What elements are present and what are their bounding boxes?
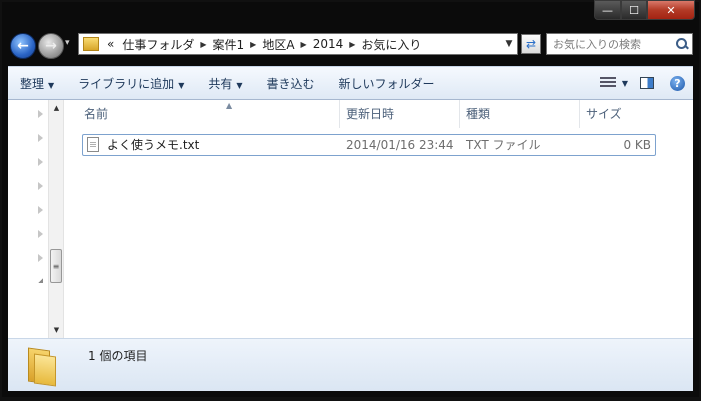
sort-ascending-icon: ▲ — [226, 101, 233, 110]
file-name: よく使うメモ.txt — [107, 138, 200, 152]
breadcrumb-item[interactable]: 2014 — [309, 37, 348, 51]
back-button[interactable]: ← — [10, 33, 36, 59]
tree-collapse-icon[interactable] — [38, 278, 43, 283]
chevron-down-icon[interactable]: ▼ — [622, 79, 628, 88]
item-count: 1 個の項目 — [88, 349, 148, 363]
column-header-name[interactable]: 名前 ▲ — [78, 100, 340, 128]
preview-pane-icon[interactable] — [640, 77, 654, 89]
column-header-type[interactable]: 種類 — [460, 100, 580, 128]
column-header-date[interactable]: 更新日時 — [340, 100, 460, 128]
caption-buttons: — ☐ ✕ — [594, 0, 695, 20]
minimize-button[interactable]: — — [594, 0, 621, 20]
breadcrumb-separator-icon[interactable]: ▶ — [198, 40, 208, 49]
share-menu[interactable]: 共有 ▼ — [196, 75, 254, 92]
organize-label: 整理 — [20, 76, 45, 91]
breadcrumb-item[interactable]: 仕事フォルダ — [118, 36, 198, 53]
folder-icon — [26, 347, 60, 387]
share-label: 共有 — [208, 76, 233, 91]
content-area: ▲ ≡ ▼ 名前 ▲ 更新日時 種類 サイズ よく使うメモ.txt 2014/0… — [8, 100, 693, 338]
breadcrumb-separator-icon[interactable]: ▶ — [299, 40, 309, 49]
toolbar-right: ▼ ? — [590, 75, 693, 91]
search-icon[interactable] — [676, 38, 688, 50]
forward-button[interactable]: → — [38, 33, 64, 59]
recent-pages-dropdown[interactable]: ▾ — [65, 38, 70, 48]
file-size: 0 KB — [623, 138, 651, 152]
tree-expand-icon[interactable] — [38, 134, 43, 142]
add-to-library-label: ライブラリに追加 — [78, 76, 175, 91]
folder-icon — [83, 37, 99, 51]
tree-expand-icon[interactable] — [38, 254, 43, 262]
organize-menu[interactable]: 整理 ▼ — [8, 75, 66, 92]
text-file-icon — [87, 137, 99, 152]
tree-expand-icon[interactable] — [38, 158, 43, 166]
address-bar[interactable]: « 仕事フォルダ ▶ 案件1 ▶ 地区A ▶ 2014 ▶ お気に入り ▼ — [78, 33, 518, 55]
breadcrumb-item[interactable]: 案件1 — [209, 36, 249, 53]
new-folder-button[interactable]: 新しいフォルダー — [327, 75, 447, 92]
file-date: 2014/01/16 23:44 — [346, 138, 454, 152]
add-to-library-menu[interactable]: ライブラリに追加 ▼ — [66, 75, 196, 92]
navigation-pane[interactable]: ▲ ≡ ▼ — [8, 100, 64, 338]
breadcrumb-overflow[interactable]: « — [103, 37, 118, 51]
chevron-down-icon: ▼ — [178, 80, 185, 90]
chevron-down-icon: ▼ — [48, 80, 55, 90]
scroll-down-icon[interactable]: ▼ — [49, 322, 64, 338]
tree-expand-icon[interactable] — [38, 230, 43, 238]
burn-button[interactable]: 書き込む — [255, 75, 327, 92]
breadcrumb-separator-icon[interactable]: ▶ — [347, 40, 357, 49]
breadcrumb-item[interactable]: 地区A — [258, 36, 298, 53]
help-icon[interactable]: ? — [670, 75, 685, 91]
address-dropdown-icon[interactable]: ▼ — [501, 39, 517, 49]
breadcrumb-item[interactable]: お気に入り — [357, 36, 425, 53]
maximize-button[interactable]: ☐ — [621, 0, 647, 20]
scroll-thumb[interactable]: ≡ — [50, 249, 62, 283]
address-row: ← → ▾ « 仕事フォルダ ▶ 案件1 ▶ 地区A ▶ 2014 ▶ お気に入… — [8, 30, 693, 60]
breadcrumb-separator-icon[interactable]: ▶ — [248, 40, 258, 49]
file-type: TXT ファイル — [466, 138, 541, 152]
column-name-label: 名前 — [84, 107, 109, 121]
chevron-down-icon: ▼ — [236, 80, 243, 90]
tree-expand-icon[interactable] — [38, 182, 43, 190]
details-pane: 1 個の項目 — [8, 338, 693, 391]
file-list[interactable]: 名前 ▲ 更新日時 種類 サイズ よく使うメモ.txt 2014/01/16 2… — [64, 100, 693, 338]
explorer-window: — ☐ ✕ ← → ▾ « 仕事フォルダ ▶ 案件1 ▶ 地区A ▶ 2014 … — [0, 0, 701, 401]
tree-expand-icon[interactable] — [38, 110, 43, 118]
command-bar: 整理 ▼ ライブラリに追加 ▼ 共有 ▼ 書き込む 新しいフォルダー ▼ ? — [8, 66, 693, 100]
column-headers: 名前 ▲ 更新日時 種類 サイズ — [64, 100, 693, 128]
file-row[interactable]: よく使うメモ.txt 2014/01/16 23:44 TXT ファイル 0 K… — [82, 134, 656, 156]
nav-scrollbar[interactable]: ▲ ≡ ▼ — [48, 100, 64, 338]
scroll-up-icon[interactable]: ▲ — [49, 100, 64, 116]
search-box[interactable] — [546, 33, 693, 55]
view-options-icon[interactable] — [599, 77, 616, 89]
close-button[interactable]: ✕ — [647, 0, 695, 20]
column-header-size[interactable]: サイズ — [580, 100, 660, 128]
tree-expand-icon[interactable] — [38, 206, 43, 214]
refresh-button[interactable]: ⇄ — [521, 34, 541, 54]
search-input[interactable] — [551, 36, 673, 52]
